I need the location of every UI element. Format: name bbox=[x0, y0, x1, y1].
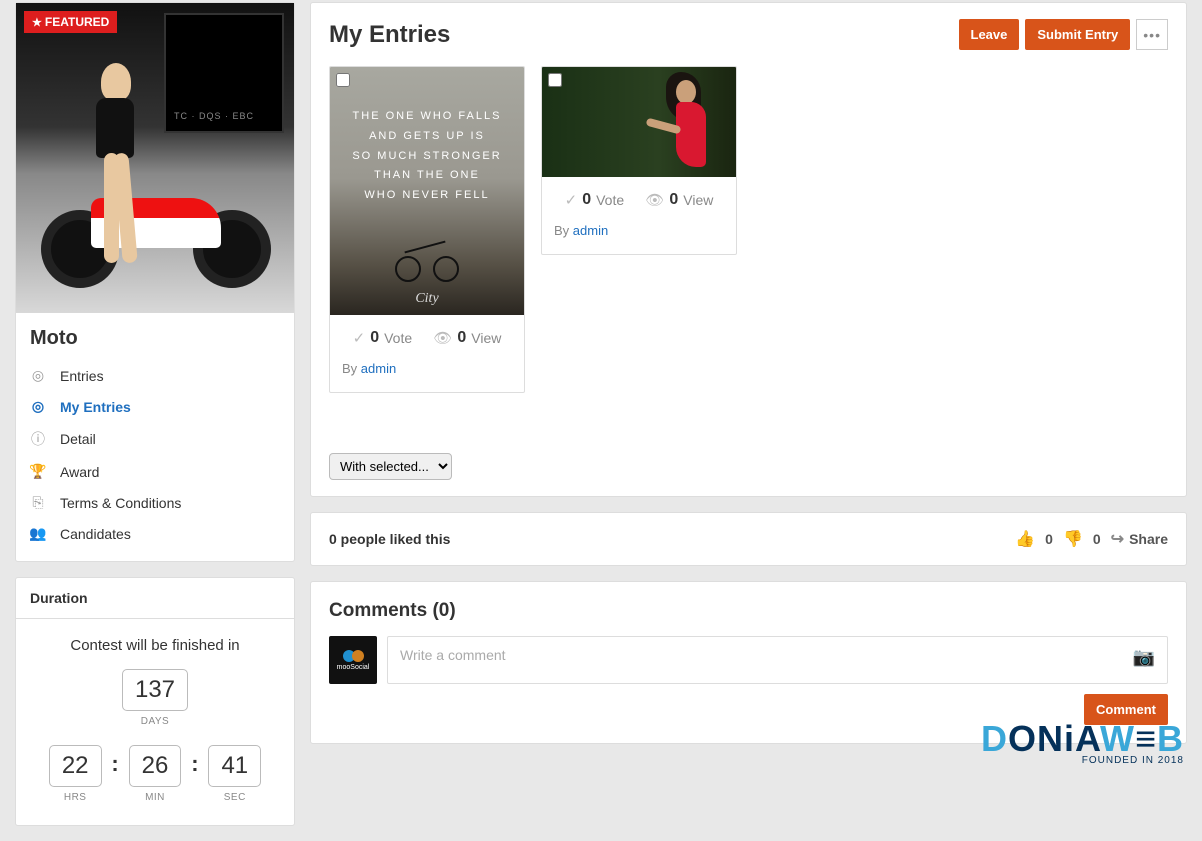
check-icon: ✓ bbox=[565, 191, 578, 209]
entry-image: THE ONE WHO FALLS AND GETS UP IS SO MUCH… bbox=[330, 67, 524, 315]
entry-author: By admin bbox=[542, 217, 736, 254]
nav-detail[interactable]: ⓘDetail bbox=[16, 422, 294, 456]
hrs-count: 22 bbox=[49, 745, 102, 787]
nav-candidates[interactable]: 👥Candidates bbox=[16, 518, 294, 549]
like-count: 0 bbox=[1045, 531, 1053, 547]
entry-checkbox[interactable] bbox=[336, 73, 350, 87]
sec-count: 41 bbox=[208, 745, 261, 787]
nav-my-entries[interactable]: ◎My Entries bbox=[16, 391, 294, 422]
days-label: DAYS bbox=[122, 716, 188, 727]
duration-panel: Duration Contest will be finished in 137… bbox=[15, 577, 295, 826]
submit-entry-button[interactable]: Submit Entry bbox=[1025, 19, 1130, 50]
duration-header: Duration bbox=[16, 578, 294, 619]
sidebar-nav: ◎Entries ◎My Entries ⓘDetail 🏆Award ⎘Ter… bbox=[16, 360, 294, 561]
hrs-label: HRS bbox=[49, 792, 102, 803]
share-button[interactable]: ↪Share bbox=[1111, 529, 1168, 549]
share-icon: ↪ bbox=[1111, 529, 1124, 549]
more-button[interactable]: ••• bbox=[1136, 19, 1168, 50]
page-title: My Entries bbox=[329, 21, 450, 49]
entry-author: By admin bbox=[330, 355, 524, 392]
avatar: mooSocial bbox=[329, 636, 377, 684]
entry-card[interactable]: THE ONE WHO FALLS AND GETS UP IS SO MUCH… bbox=[329, 66, 525, 393]
entry-image bbox=[542, 67, 736, 177]
camera-icon[interactable]: 📷 bbox=[1133, 647, 1155, 668]
duration-message: Contest will be finished in bbox=[26, 637, 284, 654]
dislike-count: 0 bbox=[1093, 531, 1101, 547]
entry-quote: THE ONE WHO FALLS AND GETS UP IS SO MUCH… bbox=[330, 107, 524, 206]
likes-text: 0 people liked this bbox=[329, 531, 450, 547]
comment-input[interactable] bbox=[400, 647, 1133, 663]
users-icon: 👥 bbox=[30, 525, 46, 542]
min-count: 26 bbox=[129, 745, 182, 787]
terms-icon: ⎘ bbox=[30, 494, 46, 511]
comment-button[interactable]: Comment bbox=[1084, 694, 1168, 725]
bullseye-icon: ◎ bbox=[30, 398, 46, 415]
contest-title: Moto bbox=[16, 313, 294, 360]
comments-panel: Comments (0) mooSocial 📷 Comment bbox=[310, 581, 1187, 744]
contest-card: FEATURED TC · DQS · EBC Moto ◎Entries ◎M… bbox=[15, 2, 295, 562]
contest-image: FEATURED TC · DQS · EBC bbox=[16, 3, 294, 313]
eye-icon: 👁 bbox=[433, 329, 452, 347]
min-label: MIN bbox=[129, 792, 182, 803]
sec-label: SEC bbox=[208, 792, 261, 803]
nav-award[interactable]: 🏆Award bbox=[16, 456, 294, 487]
entries-panel: My Entries Leave Submit Entry ••• THE ON… bbox=[310, 2, 1187, 497]
trophy-icon: 🏆 bbox=[30, 463, 46, 480]
leave-button[interactable]: Leave bbox=[959, 19, 1020, 50]
info-icon: ⓘ bbox=[30, 429, 46, 449]
nav-entries[interactable]: ◎Entries bbox=[16, 360, 294, 391]
author-link[interactable]: admin bbox=[361, 361, 396, 376]
comment-box: 📷 bbox=[387, 636, 1168, 684]
author-link[interactable]: admin bbox=[573, 223, 608, 238]
nav-terms[interactable]: ⎘Terms & Conditions bbox=[16, 487, 294, 518]
bullseye-icon: ◎ bbox=[30, 367, 46, 384]
likes-panel: 0 people liked this 👍 0 👎 0 ↪Share bbox=[310, 512, 1187, 566]
comments-title: Comments (0) bbox=[329, 600, 1168, 622]
entry-card[interactable]: ✓0Vote 👁0View By admin bbox=[541, 66, 737, 255]
eye-icon: 👁 bbox=[645, 191, 664, 209]
bulk-action-select[interactable]: With selected... bbox=[329, 453, 452, 480]
thumbs-down-icon[interactable]: 👎 bbox=[1063, 529, 1083, 549]
featured-badge: FEATURED bbox=[24, 11, 117, 33]
days-count: 137 bbox=[122, 669, 188, 711]
entry-checkbox[interactable] bbox=[548, 73, 562, 87]
check-icon: ✓ bbox=[353, 329, 366, 347]
thumbs-up-icon[interactable]: 👍 bbox=[1015, 529, 1035, 549]
